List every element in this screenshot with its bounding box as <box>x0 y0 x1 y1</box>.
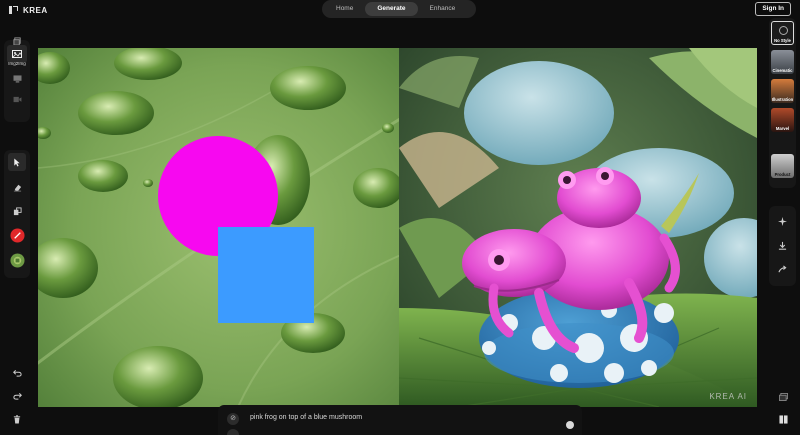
drawing-tools-panel <box>4 150 30 278</box>
prompt-strength-slider-handle[interactable] <box>566 421 574 429</box>
camera-icon[interactable] <box>8 90 26 108</box>
shapes-icon[interactable] <box>8 202 26 220</box>
settings-icon[interactable] <box>227 429 239 435</box>
share-icon[interactable] <box>774 260 792 278</box>
enhance-sparkle-icon[interactable] <box>774 212 792 230</box>
tab-home[interactable]: Home <box>324 2 365 16</box>
generated-image[interactable]: KREA AI <box>399 48 757 407</box>
brand-name: KREA <box>23 5 48 15</box>
pink-frog-on-mushroom-image <box>399 48 757 407</box>
watermark: KREA AI <box>709 392 747 401</box>
tab-enhance[interactable]: Enhance <box>418 2 468 16</box>
top-bar: KREA Home Generate Enhance Sign In <box>0 0 800 40</box>
style-illustration[interactable]: Illustration <box>771 79 794 103</box>
style-label: Marvel <box>775 126 790 131</box>
eraser-icon[interactable] <box>8 178 26 196</box>
redo-icon[interactable] <box>8 387 26 405</box>
actions-panel <box>769 206 796 286</box>
undo-icon[interactable] <box>8 364 26 382</box>
input-canvas[interactable] <box>38 48 399 407</box>
screen-icon[interactable] <box>8 70 26 88</box>
style-marvel[interactable]: Marvel <box>771 108 794 132</box>
image-swatch-icon[interactable] <box>8 251 26 269</box>
left-toolbar: Img2Img <box>0 36 34 435</box>
sign-in-button[interactable]: Sign In <box>755 2 791 16</box>
style-label: Product <box>774 172 791 177</box>
gallery-icon[interactable] <box>774 388 792 406</box>
tab-generate[interactable]: Generate <box>365 2 418 16</box>
img2img-label: Img2Img <box>8 61 26 66</box>
link-icon[interactable]: ⊘ <box>227 413 239 425</box>
brand[interactable]: KREA <box>8 5 48 15</box>
prompt-bar: ⊘ pink frog on top of a blue mushroom <box>218 405 582 435</box>
style-panel: No Style Cinematic Illustration Marvel P… <box>769 18 796 188</box>
style-no-style[interactable]: No Style <box>771 21 794 45</box>
style-cinematic[interactable]: Cinematic <box>771 50 794 74</box>
trash-icon[interactable] <box>8 410 26 428</box>
style-product[interactable]: Product <box>771 154 794 178</box>
no-style-icon <box>779 26 788 35</box>
blue-square-shape[interactable] <box>218 227 314 323</box>
download-icon[interactable] <box>774 236 792 254</box>
select-cursor-icon[interactable] <box>8 153 26 171</box>
split-view-icon[interactable] <box>774 410 792 428</box>
style-label: Illustration <box>771 97 794 102</box>
red-color-swatch-icon[interactable] <box>8 226 26 244</box>
style-label: No Style <box>774 38 791 43</box>
krea-logo-icon <box>8 5 18 15</box>
style-label: Cinematic <box>772 68 793 73</box>
mode-panel: Img2Img <box>4 36 30 122</box>
right-toolbar: No Style Cinematic Illustration Marvel P… <box>766 18 800 435</box>
prompt-input[interactable]: pink frog on top of a blue mushroom <box>250 414 362 421</box>
nav-tabs: Home Generate Enhance <box>322 0 476 18</box>
